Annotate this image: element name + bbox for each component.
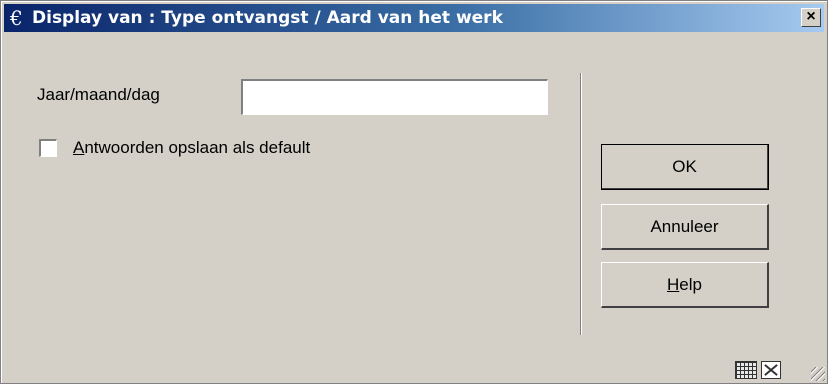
- date-label: Jaar/maand/dag: [37, 85, 160, 104]
- title-bar[interactable]: € Display van : Type ontvangst / Aard va…: [4, 4, 824, 32]
- resize-grip-icon[interactable]: [811, 367, 825, 381]
- save-default-checkbox[interactable]: [39, 139, 57, 157]
- date-input[interactable]: [241, 79, 548, 115]
- calendar-grid-icon[interactable]: [735, 361, 757, 379]
- ok-button[interactable]: OK: [601, 144, 769, 190]
- ok-button-label: OK: [672, 156, 697, 176]
- window-title: Display van : Type ontvangst / Aard van …: [32, 8, 503, 28]
- maximize-icon[interactable]: [761, 361, 781, 379]
- help-button-label: Help: [667, 275, 702, 295]
- close-icon: ×: [806, 8, 816, 25]
- close-button[interactable]: ×: [801, 8, 821, 27]
- euro-app-icon: €: [10, 6, 23, 30]
- cancel-button[interactable]: Annuleer: [601, 204, 769, 250]
- help-mnemonic: H: [667, 274, 680, 294]
- help-button[interactable]: Help: [601, 262, 769, 308]
- help-label-text: elp: [679, 274, 702, 294]
- cancel-button-label: Annuleer: [650, 216, 719, 236]
- save-default-mnemonic: A: [73, 138, 85, 157]
- save-default-label[interactable]: Antwoorden opslaan als default: [73, 138, 310, 158]
- save-default-label-text: ntwoorden opslaan als default: [84, 138, 311, 157]
- vertical-divider: [580, 73, 582, 335]
- dialog-window: € Display van : Type ontvangst / Aard va…: [0, 0, 828, 384]
